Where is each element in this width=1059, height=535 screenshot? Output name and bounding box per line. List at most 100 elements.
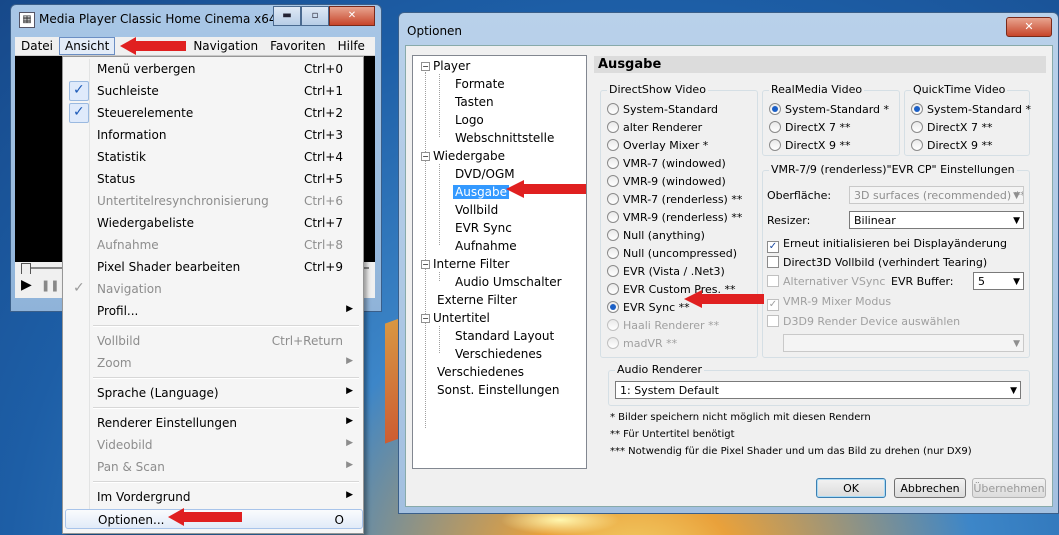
resizer-select[interactable]: Bilinear ▼ (849, 211, 1024, 229)
collapse-icon[interactable]: − (421, 314, 430, 323)
tree-item-audio-umschalter[interactable]: Audio Umschalter (455, 275, 562, 289)
menu-item-status[interactable]: Status Ctrl+5 (65, 169, 361, 189)
radio-vmr7-windowed[interactable]: VMR-7 (windowed) (607, 157, 726, 173)
mpc-titlebar[interactable]: ▦ Media Player Classic Home Cinema x64 -… (11, 5, 381, 33)
tree-item-interne-filter[interactable]: − Interne Filter (421, 257, 509, 271)
maximize-button[interactable]: ▫ (301, 6, 329, 26)
pause-icon[interactable]: ❚❚ (41, 279, 59, 292)
radio-circle (769, 139, 781, 151)
checkbox-box (767, 275, 779, 287)
tree-item-verschiedenes[interactable]: Verschiedenes (437, 365, 524, 379)
menu-item-statistik[interactable]: Statistik Ctrl+4 (65, 147, 361, 167)
radio-circle (911, 139, 923, 151)
radio-circle (607, 247, 619, 259)
arrow-shaft (702, 294, 764, 304)
tree-item-tasten[interactable]: Tasten (455, 95, 494, 109)
menu-item-menue-verbergen[interactable]: Menü verbergen Ctrl+0 (65, 59, 361, 79)
radio-circle (607, 301, 619, 313)
tree-item-vollbild[interactable]: Vollbild (455, 203, 498, 217)
menu-item-pan-scan: Pan & Scan ▶ (65, 457, 361, 477)
minimize-button[interactable]: ▬ (273, 6, 301, 26)
checkbox-vmr9-mixer: ✓ VMR-9 Mixer Modus (767, 295, 891, 311)
radio-circle (607, 121, 619, 133)
tree-line (425, 72, 426, 428)
menu-item-sprache[interactable]: Sprache (Language) ▶ (65, 383, 361, 403)
tree-item-label: Wiedergabe (433, 149, 506, 163)
radio-null-uncompressed[interactable]: Null (uncompressed) (607, 247, 737, 263)
dialog-title: Optionen (407, 24, 463, 38)
tree-item-ausgabe[interactable]: Ausgabe (453, 185, 510, 199)
menu-item-im-vordergrund[interactable]: Im Vordergrund ▶ (65, 487, 361, 507)
tree-item-player[interactable]: − Player (421, 59, 470, 73)
radio-vmr7-renderless[interactable]: VMR-7 (renderless) ** (607, 193, 742, 209)
dropdown-arrow-icon: ▼ (1013, 277, 1020, 287)
close-button[interactable]: ✕ (329, 6, 375, 26)
menu-hilfe[interactable]: Hilfe (332, 37, 371, 55)
evr-buffer-value: 5 (978, 275, 985, 288)
play-icon[interactable]: ▶ (21, 277, 32, 293)
radio-qt-directx9[interactable]: DirectX 9 ** (911, 139, 992, 155)
checkbox-reinit-display-change[interactable]: ✓ Erneut initialisieren bei Displayänderu… (767, 237, 1007, 253)
audio-renderer-select[interactable]: 1: System Default ▼ (615, 381, 1021, 399)
tree-item-label: Webschnittstelle (455, 131, 555, 145)
tree-item-formate[interactable]: Formate (455, 77, 505, 91)
menu-datei[interactable]: Datei (15, 37, 59, 55)
menu-item-shortcut: Ctrl+4 (303, 150, 343, 164)
radio-vmr9-windowed[interactable]: VMR-9 (windowed) (607, 175, 726, 191)
menu-item-shortcut: Ctrl+7 (303, 216, 343, 230)
checkbox-box (767, 315, 779, 327)
radio-evr-sync[interactable]: EVR Sync ** (607, 301, 690, 317)
checkbox-d3d-fullscreen[interactable]: Direct3D Vollbild (verhindert Tearing) (767, 256, 987, 269)
menu-item-label: Aufnahme (97, 238, 159, 252)
cancel-button[interactable]: Abbrechen (894, 478, 966, 498)
radio-rm-system-standard[interactable]: System-Standard * (769, 103, 889, 119)
radio-label: VMR-9 (renderless) ** (623, 211, 743, 224)
tree-item-sonst-einstellungen[interactable]: Sonst. Einstellungen (437, 383, 560, 397)
group-label: RealMedia Video (769, 83, 865, 96)
tree-item-logo[interactable]: Logo (455, 113, 484, 127)
tree-item-label: Verschiedenes (455, 347, 543, 361)
radio-rm-directx9[interactable]: DirectX 9 ** (769, 139, 850, 155)
radio-qt-directx7[interactable]: DirectX 7 ** (911, 121, 992, 137)
tree-item-untertitel[interactable]: − Untertitel (421, 311, 490, 325)
collapse-icon[interactable]: − (421, 152, 430, 161)
collapse-icon[interactable]: − (421, 62, 430, 71)
menu-item-profil[interactable]: Profil... ▶ (65, 301, 361, 321)
menu-item-steuerelemente[interactable]: ✓ Steuerelemente Ctrl+2 (65, 103, 361, 123)
dialog-close-button[interactable]: ✕ (1006, 17, 1052, 37)
menu-item-pixel-shader[interactable]: Pixel Shader bearbeiten Ctrl+9 (65, 257, 361, 277)
ok-button[interactable]: OK (816, 478, 886, 498)
menu-item-renderer-einstellungen[interactable]: Renderer Einstellungen ▶ (65, 413, 361, 433)
menu-navigation[interactable]: Navigation (187, 37, 264, 55)
radio-rm-directx7[interactable]: DirectX 7 ** (769, 121, 850, 137)
radio-evr-vista[interactable]: EVR (Vista / .Net3) (607, 265, 725, 281)
collapse-icon[interactable]: − (421, 260, 430, 269)
tree-item-aufnahme[interactable]: Aufnahme (455, 239, 517, 253)
evr-buffer-select[interactable]: 5 ▼ (973, 272, 1024, 290)
radio-alter-renderer[interactable]: alter Renderer (607, 121, 702, 137)
tree-item-dvd-ogm[interactable]: DVD/OGM (455, 167, 515, 181)
menu-favoriten[interactable]: Favoriten (264, 37, 332, 55)
radio-qt-system-standard[interactable]: System-Standard * (911, 103, 1031, 119)
tree-item-label: Externe Filter (437, 293, 518, 307)
radio-label: Null (anything) (623, 229, 705, 242)
menu-item-aufnahme: Aufnahme Ctrl+8 (65, 235, 361, 255)
tree-item-standard-layout[interactable]: Standard Layout (455, 329, 554, 343)
tree-item-untertitel-verschiedenes[interactable]: Verschiedenes (455, 347, 542, 361)
menu-item-shortcut: Ctrl+Return (271, 334, 343, 348)
radio-vmr9-renderless[interactable]: VMR-9 (renderless) ** (607, 211, 742, 227)
surface-select: 3D surfaces (recommended) ** ▼ (849, 186, 1024, 204)
tree-item-label: Untertitel (433, 311, 490, 325)
radio-system-standard[interactable]: System-Standard (607, 103, 718, 119)
radio-null-anything[interactable]: Null (anything) (607, 229, 705, 245)
menu-ansicht[interactable]: Ansicht (59, 37, 116, 55)
menu-item-suchleiste[interactable]: ✓ Suchleiste Ctrl+1 (65, 81, 361, 101)
tree-item-wiedergabe[interactable]: − Wiedergabe (421, 149, 505, 163)
tree-item-webschnittstelle[interactable]: Webschnittstelle (455, 131, 554, 145)
menu-item-wiedergabeliste[interactable]: Wiedergabeliste Ctrl+7 (65, 213, 361, 233)
tree-item-externe-filter[interactable]: Externe Filter (437, 293, 517, 307)
tree-item-evr-sync[interactable]: EVR Sync (455, 221, 512, 235)
menu-item-information[interactable]: Information Ctrl+3 (65, 125, 361, 145)
tree-item-label: Verschiedenes (437, 365, 525, 379)
radio-overlay-mixer[interactable]: Overlay Mixer * (607, 139, 708, 155)
